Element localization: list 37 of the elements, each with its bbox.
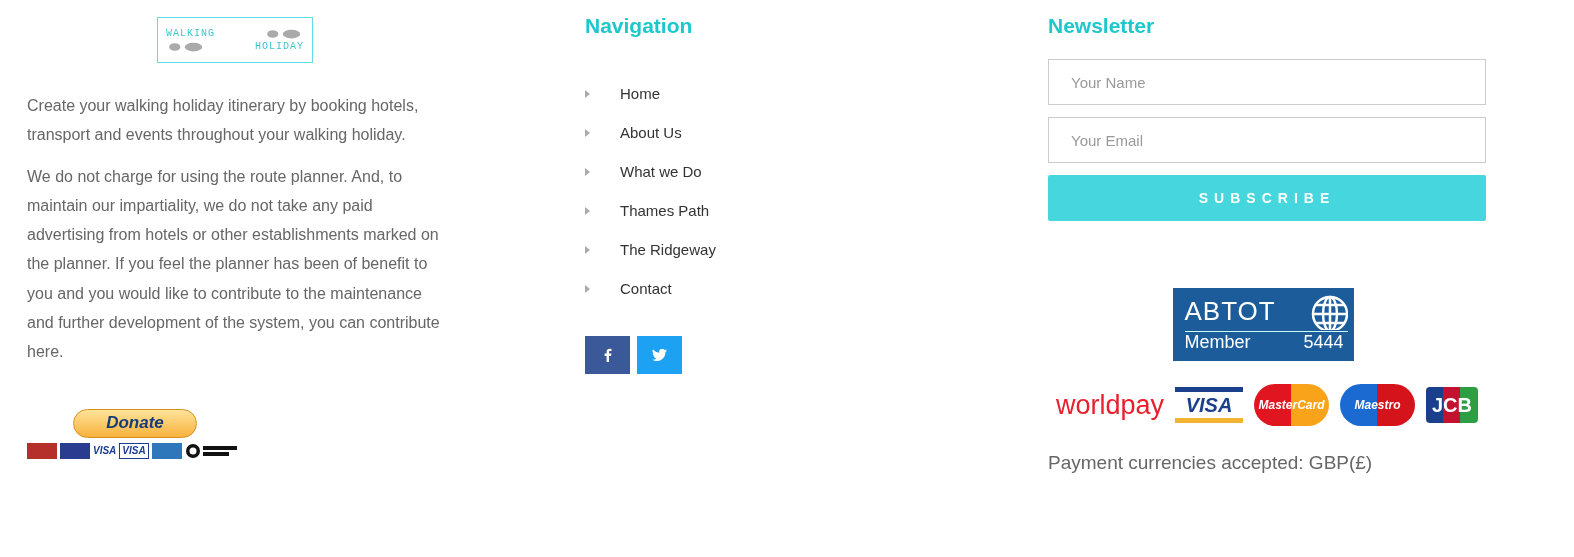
- section-heading: Navigation: [585, 14, 694, 38]
- bullet-icon: [585, 245, 590, 254]
- paragraph: We do not charge for using the route planner. And, to maintain our impartiality, we do not take any paid advertising from hotels or other establishments marked on the planner. If you feel the planner has been of benefit to you and you would like to contribute to the maintenance and further development of the system, you can contribute here.: [27, 166, 441, 363]
- nav-link[interactable]: What we Do: [620, 163, 702, 180]
- email-field[interactable]: Your Email: [1048, 117, 1486, 163]
- visa-logo: VISA: [1175, 387, 1244, 423]
- badge-title: ABTOT: [1184, 295, 1276, 327]
- bullet-icon: [585, 128, 590, 137]
- section-heading: Newsletter: [1048, 14, 1156, 38]
- name-field[interactable]: Your Name: [1048, 59, 1486, 105]
- facebook-button[interactable]: [585, 336, 630, 374]
- facebook-icon: [603, 348, 612, 362]
- worldpay-logo: worldpay: [1056, 389, 1165, 421]
- maestro-logo: Maestro: [1340, 384, 1415, 426]
- nav-link[interactable]: Home: [620, 85, 660, 102]
- card-logo: VISA: [93, 443, 117, 458]
- nav-link[interactable]: Thames Path: [620, 202, 710, 219]
- logo-text: HOLIDAY: [255, 41, 304, 52]
- bullet-icon: [585, 284, 590, 293]
- bullet-icon: [585, 206, 590, 215]
- card-icon: [60, 442, 90, 459]
- nav-link[interactable]: Contact: [620, 280, 672, 297]
- nav-link[interactable]: About Us: [620, 124, 682, 141]
- twitter-button[interactable]: [637, 336, 682, 374]
- bullet-icon: [585, 167, 590, 176]
- bullet-icon: [585, 89, 590, 98]
- bird-icon: [652, 349, 667, 361]
- card-icon: [27, 442, 57, 459]
- badge-label: Member: [1184, 332, 1251, 353]
- card-logo: VISA: [119, 442, 149, 459]
- card-icon: [151, 442, 182, 459]
- paragraph: Create your walking holiday itinerary by booking hotels, transport and events throughout your walking holiday.: [27, 96, 420, 146]
- nav-link[interactable]: The Ridgeway: [620, 241, 716, 258]
- logo-text: WALKING: [166, 28, 215, 39]
- badge-number: 5444: [1303, 332, 1344, 353]
- donate-button[interactable]: Donate: [73, 408, 197, 438]
- currencies-text: Payment currencies accepted: GBP(£): [1048, 452, 1374, 474]
